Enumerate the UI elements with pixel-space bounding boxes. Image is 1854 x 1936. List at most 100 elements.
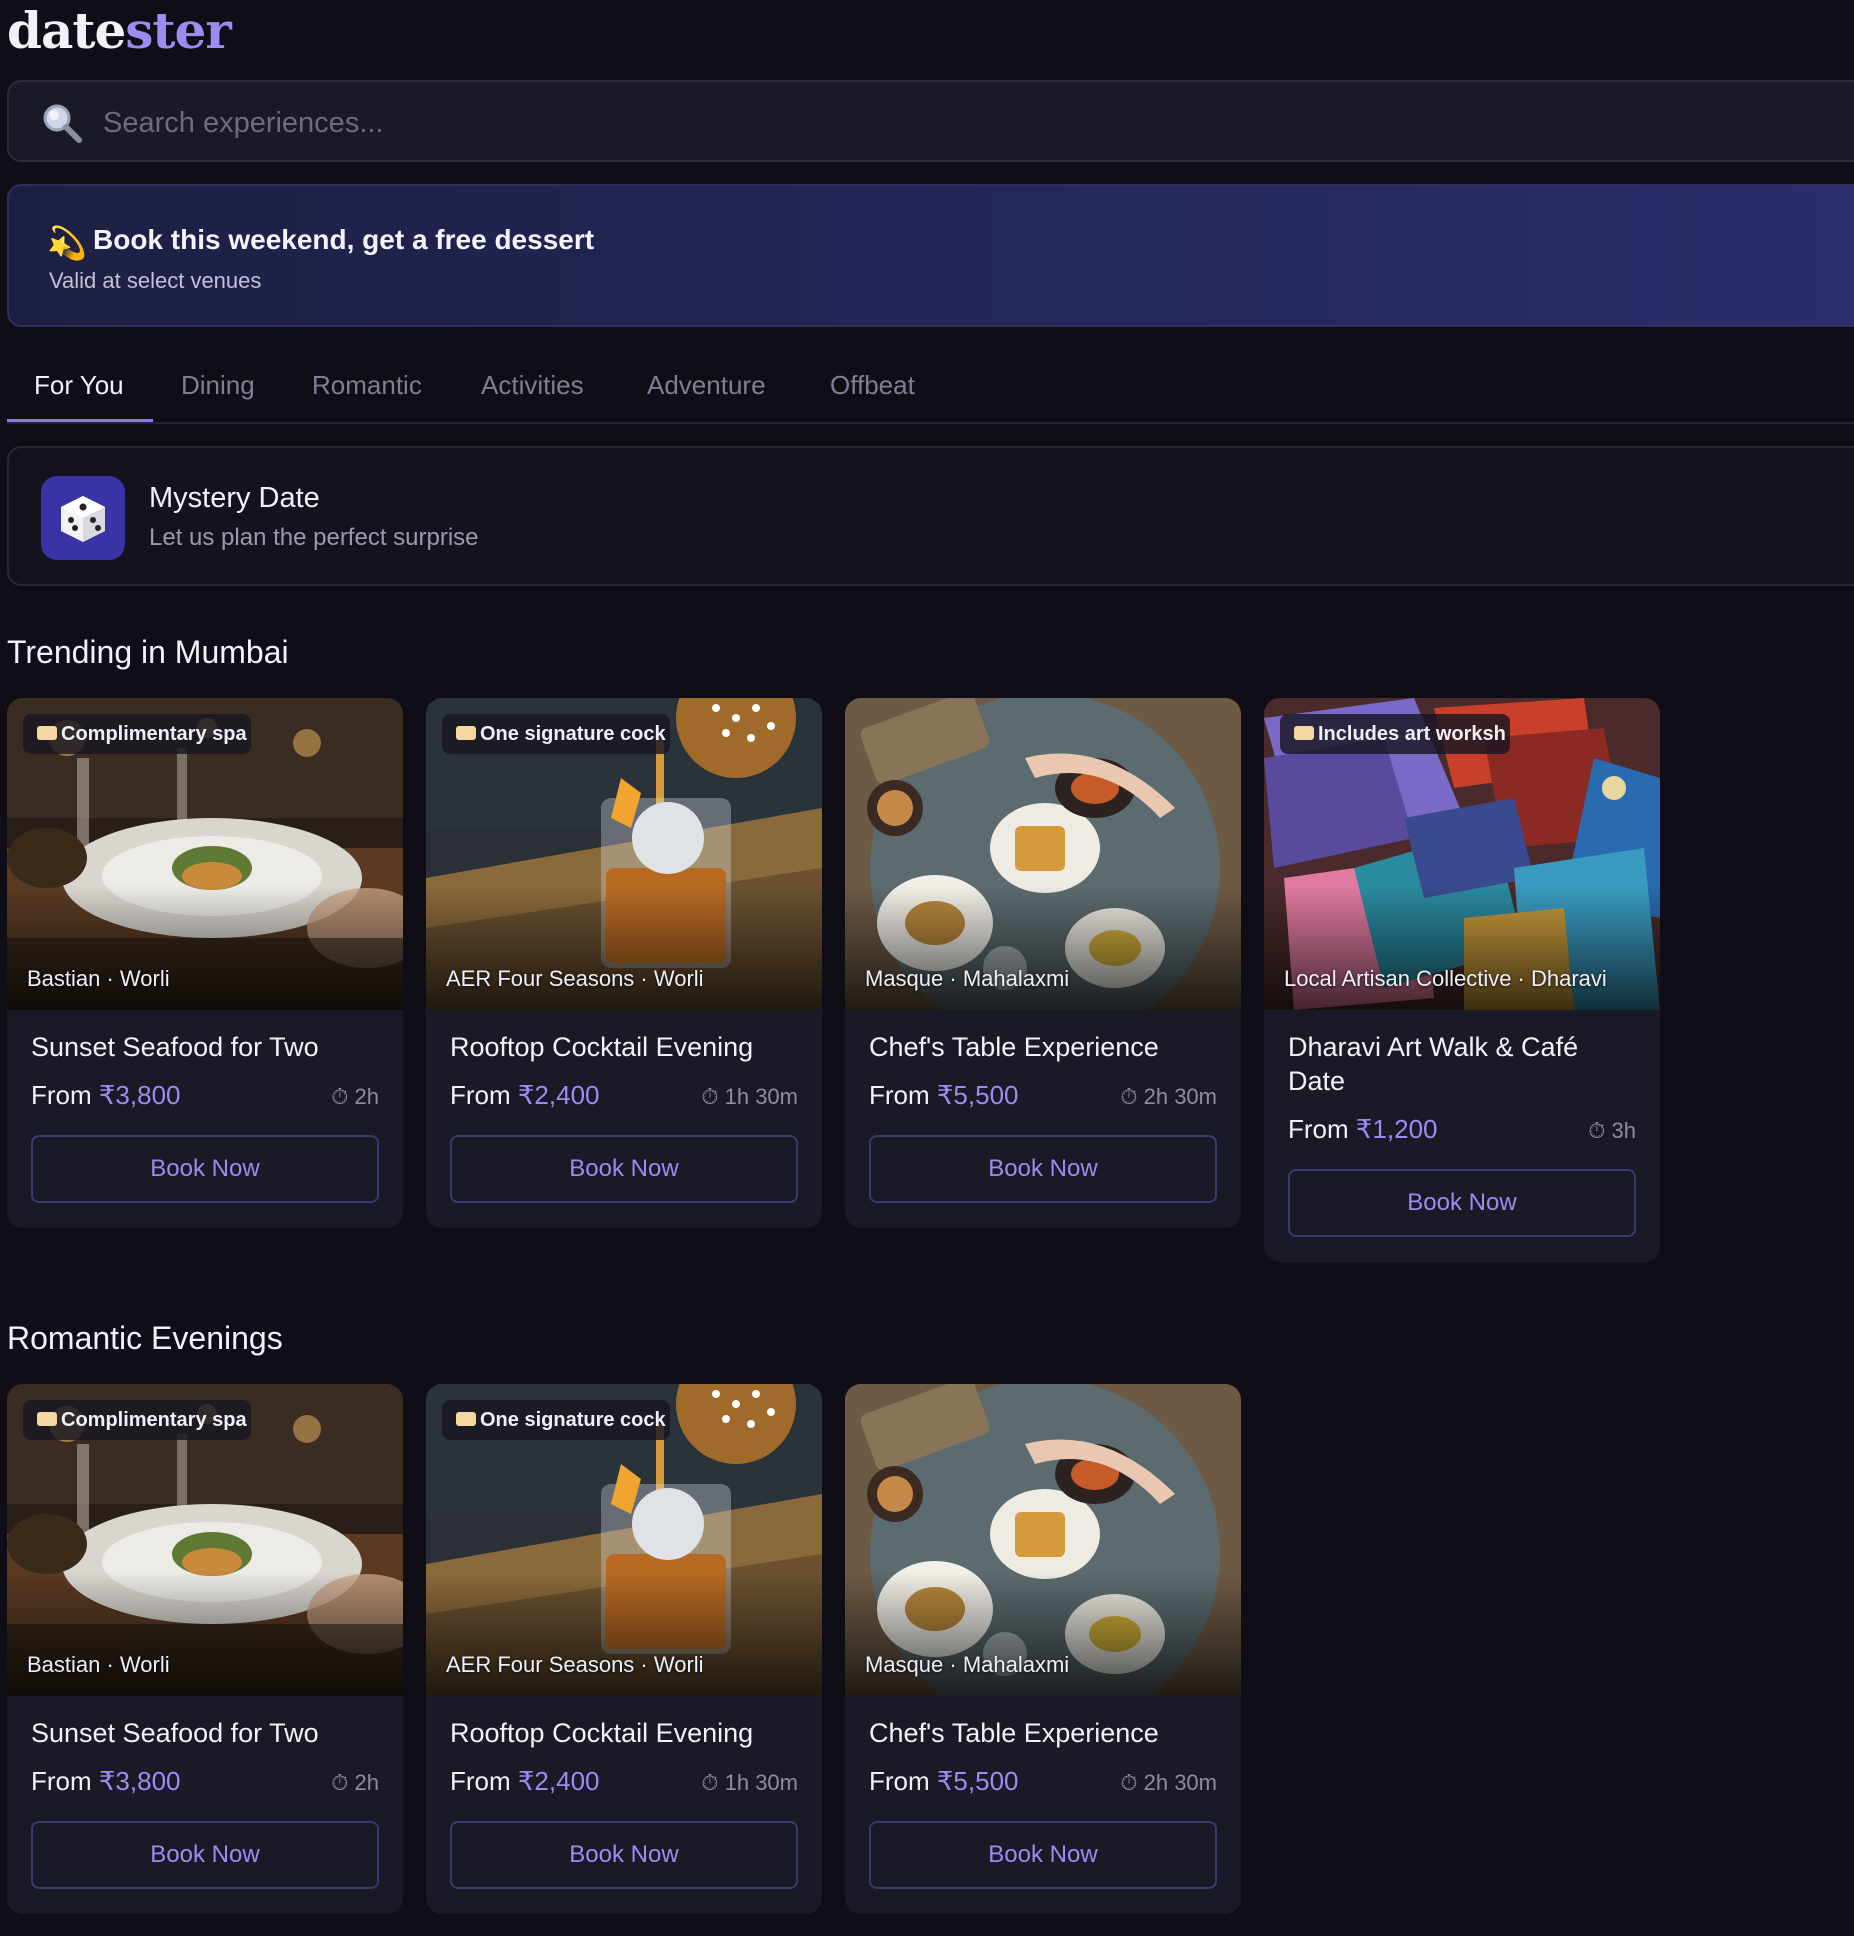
price-amount: ₹2,400: [517, 1766, 600, 1796]
offer-badge: One signature cock: [442, 714, 670, 754]
venue-label: AER Four Seasons · Worli: [446, 966, 704, 991]
experience-image[interactable]: Complimentary spa Bastian · Worli: [7, 698, 403, 1010]
experience-image[interactable]: Masque · Mahalaxmi: [845, 1384, 1241, 1696]
venue-label: Bastian · Worli: [27, 1652, 170, 1677]
experience-title: Chef's Table Experience: [869, 1032, 1159, 1062]
offer-badge: Complimentary spa: [23, 1400, 251, 1440]
offer-badge: Includes art worksh: [1280, 714, 1510, 754]
mystery-date-card[interactable]: Mystery Date Let us plan the perfect sur…: [7, 446, 1854, 586]
price: From ₹5,500: [869, 1080, 1019, 1111]
price: From ₹3,800: [31, 1080, 181, 1111]
offer-badge-text: Includes art worksh: [1318, 723, 1506, 745]
search-bar[interactable]: [7, 80, 1854, 162]
mystery-subtitle: Let us plan the perfect surprise: [149, 524, 479, 551]
duration: ⏱ 1h 30m: [701, 1770, 798, 1795]
ticket-icon: [456, 726, 476, 740]
promo-banner[interactable]: 💫 Book this weekend, get a free dessert …: [7, 184, 1854, 327]
experience-card[interactable]: Masque · Mahalaxmi Chef's Table Experienc…: [845, 1384, 1241, 1914]
category-tabs: For You Dining Romantic Activities Adven…: [7, 350, 1854, 424]
experience-title: Dharavi Art Walk & Café Date: [1288, 1032, 1579, 1096]
active-tab-indicator: [7, 419, 153, 422]
venue-label: AER Four Seasons · Worli: [446, 1652, 704, 1677]
offer-badge-text: One signature cock: [480, 723, 666, 745]
book-now-button[interactable]: Book Now: [869, 1135, 1217, 1203]
price: From ₹2,400: [450, 1766, 600, 1797]
price-prefix: From: [869, 1766, 937, 1796]
promo-title: Book this weekend, get a free dessert: [93, 224, 595, 255]
offer-badge: One signature cock: [442, 1400, 670, 1440]
experience-card[interactable]: Includes art worksh Local Artisan Collect…: [1264, 698, 1660, 1262]
experience-image[interactable]: One signature cock AER Four Seasons · Wor…: [426, 698, 822, 1010]
offer-badge-text: One signature cock: [480, 1409, 666, 1431]
experience-title: Rooftop Cocktail Evening: [450, 1718, 754, 1748]
price-amount: ₹3,800: [98, 1766, 181, 1796]
search-input[interactable]: [101, 94, 1605, 152]
tab-for-you[interactable]: For You: [34, 370, 124, 401]
experience-image[interactable]: Includes art worksh Local Artisan Collect…: [1264, 698, 1660, 1010]
price: From ₹3,800: [31, 1766, 181, 1797]
venue-label: Masque · Mahalaxmi: [865, 1652, 1070, 1677]
mystery-title: Mystery Date: [149, 482, 320, 514]
book-now-button[interactable]: Book Now: [869, 1821, 1217, 1889]
price-amount: ₹5,500: [936, 1766, 1019, 1796]
price-prefix: From: [31, 1766, 99, 1796]
duration: ⏱ 2h: [331, 1084, 379, 1109]
book-now-button[interactable]: Book Now: [31, 1135, 379, 1203]
search-icon: [43, 104, 82, 143]
logo-part2: ster: [125, 1, 231, 60]
price-prefix: From: [450, 1080, 518, 1110]
duration: ⏱ 2h 30m: [1120, 1084, 1217, 1109]
experience-title: Rooftop Cocktail Evening: [450, 1032, 754, 1062]
price-amount: ₹5,500: [936, 1080, 1019, 1110]
price: From ₹1,200: [1288, 1114, 1438, 1145]
duration: ⏱ 1h 30m: [701, 1084, 798, 1109]
experience-title: Sunset Seafood for Two: [31, 1718, 319, 1748]
experience-card[interactable]: Masque · Mahalaxmi Chef's Table Experienc…: [845, 698, 1241, 1228]
chefs-table-image: [845, 1384, 1241, 1696]
offer-badge-text: Complimentary spa: [61, 1409, 247, 1431]
ticket-icon: [456, 1412, 476, 1426]
offer-badge: Complimentary spa: [23, 714, 251, 754]
tab-offbeat[interactable]: Offbeat: [830, 370, 915, 401]
ticket-icon: [37, 726, 57, 740]
venue-label: Masque · Mahalaxmi: [865, 966, 1070, 991]
experience-title: Chef's Table Experience: [869, 1718, 1159, 1748]
book-now-button[interactable]: Book Now: [450, 1135, 798, 1203]
book-now-button[interactable]: Book Now: [1288, 1169, 1636, 1237]
tab-dining[interactable]: Dining: [181, 370, 255, 401]
section-title-trending: Trending in Mumbai: [7, 634, 289, 670]
section-title-romantic: Romantic Evenings: [7, 1320, 283, 1356]
ticket-icon: [1294, 726, 1314, 740]
price: From ₹2,400: [450, 1080, 600, 1111]
logo[interactable]: datester: [7, 0, 232, 62]
book-now-button[interactable]: Book Now: [31, 1821, 379, 1889]
duration: ⏱ 2h 30m: [1120, 1770, 1217, 1795]
price-amount: ₹2,400: [517, 1080, 600, 1110]
dizzy-star-icon: 💫: [47, 225, 87, 261]
experience-image[interactable]: Complimentary spa Bastian · Worli: [7, 1384, 403, 1696]
chefs-table-image: [845, 698, 1241, 1010]
dice-icon: [41, 476, 125, 560]
price-prefix: From: [869, 1080, 937, 1110]
price-amount: ₹1,200: [1355, 1114, 1438, 1144]
logo-part1: date: [7, 1, 126, 60]
experience-card[interactable]: One signature cock AER Four Seasons · Wor…: [426, 1384, 822, 1914]
venue-label: Bastian · Worli: [27, 966, 170, 991]
experience-card[interactable]: Complimentary spa Bastian · Worli Sunset S…: [7, 1384, 403, 1914]
offer-badge-text: Complimentary spa: [61, 723, 247, 745]
experience-image[interactable]: One signature cock AER Four Seasons · Wor…: [426, 1384, 822, 1696]
promo-subtitle: Valid at select venues: [49, 268, 262, 293]
price-amount: ₹3,800: [98, 1080, 181, 1110]
price: From ₹5,500: [869, 1766, 1019, 1797]
tab-adventure[interactable]: Adventure: [647, 370, 766, 401]
experience-card[interactable]: Complimentary spa Bastian · Worli Sunset S…: [7, 698, 403, 1228]
tab-activities[interactable]: Activities: [481, 370, 584, 401]
experience-image[interactable]: Masque · Mahalaxmi: [845, 698, 1241, 1010]
experience-title: Sunset Seafood for Two: [31, 1032, 319, 1062]
price-prefix: From: [1288, 1114, 1356, 1144]
price-prefix: From: [31, 1080, 99, 1110]
book-now-button[interactable]: Book Now: [450, 1821, 798, 1889]
tab-romantic[interactable]: Romantic: [312, 370, 422, 401]
experience-card[interactable]: One signature cock AER Four Seasons · Wor…: [426, 698, 822, 1228]
duration: ⏱ 3h: [1588, 1118, 1636, 1143]
